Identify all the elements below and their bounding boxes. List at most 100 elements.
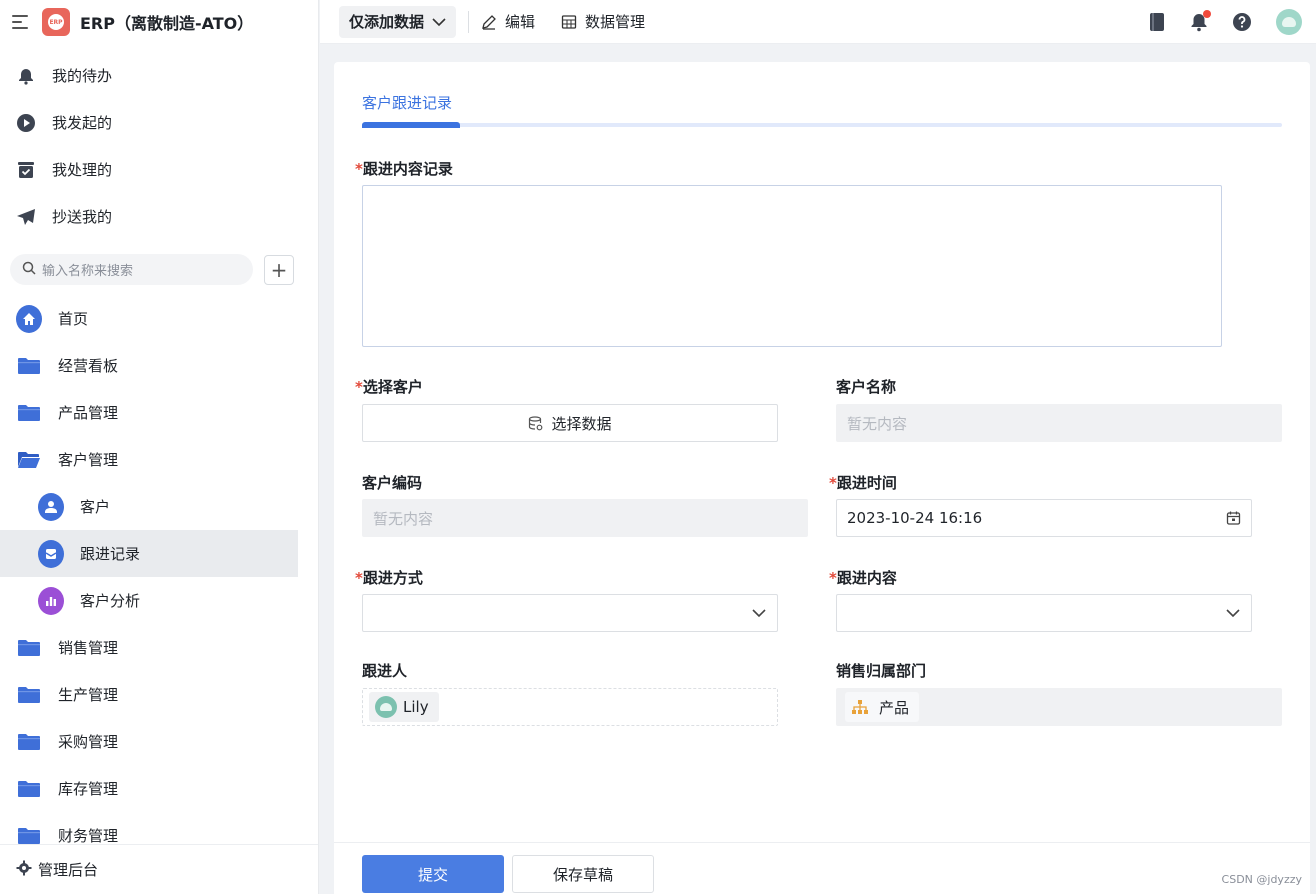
followup-content-select[interactable] (836, 594, 1252, 632)
user-avatar-icon (375, 696, 397, 718)
watermark: CSDN @jdyzzy (1221, 873, 1302, 886)
nav-item-production[interactable]: 生产管理 (0, 671, 318, 718)
quick-item-label: 抄送我的 (52, 208, 113, 226)
nav-item-label: 产品管理 (58, 404, 119, 422)
department-chip: 产品 (845, 692, 920, 722)
nav-item-dashboard[interactable]: 经营看板 (0, 342, 318, 389)
quick-item-cc[interactable]: 抄送我的 (0, 193, 318, 240)
nav-item-customer-analysis[interactable]: 客户分析 (0, 577, 318, 624)
select-data-label: 选择数据 (551, 414, 612, 433)
notification-dot (1203, 9, 1211, 18)
required-mark: * (355, 378, 363, 396)
customer-name-value: 暂无内容 (847, 414, 908, 433)
nav-item-label: 客户分析 (80, 592, 141, 610)
quick-item-label: 我的待办 (52, 67, 113, 85)
pencil-icon (481, 14, 497, 30)
admin-link[interactable]: 管理后台 (0, 844, 318, 894)
followup-record-textarea[interactable] (362, 185, 1222, 347)
save-draft-button[interactable]: 保存草稿 (512, 855, 654, 893)
toolbar-divider (468, 10, 470, 33)
quick-item-label: 我发起的 (52, 114, 113, 132)
tab-indicator (362, 122, 460, 128)
add-button[interactable]: + (264, 254, 294, 285)
nav-item-label: 销售管理 (58, 639, 119, 657)
label-text: 选择客户 (362, 378, 423, 396)
select-customer-label: *选择客户 (355, 376, 423, 397)
home-icon (16, 304, 42, 333)
edit-button[interactable]: 编辑 (481, 11, 535, 32)
inbox-check-icon (16, 160, 36, 180)
quick-item-label: 我处理的 (52, 161, 113, 179)
nav-item-label: 生产管理 (58, 686, 119, 704)
app-logo: ERP (42, 8, 70, 36)
nav-item-customer-manage[interactable]: 客户管理 (0, 436, 318, 483)
user-chip: Lily (369, 692, 439, 722)
notification-bell-icon[interactable] (1190, 9, 1211, 32)
required-mark: * (829, 474, 837, 492)
form-footer: 提交 保存草稿 (334, 842, 1310, 894)
nav-item-label: 客户 (80, 498, 111, 516)
bar-chart-icon (38, 586, 64, 615)
sales-dept-label: 销售归属部门 (836, 662, 927, 680)
followup-method-select[interactable] (362, 594, 778, 632)
customer-code-field: 暂无内容 (362, 499, 808, 537)
nav-item-followup[interactable]: 跟进记录 (0, 530, 298, 577)
folder-icon (16, 400, 42, 426)
nav-item-label: 采购管理 (58, 733, 119, 751)
nav-item-product[interactable]: 产品管理 (0, 389, 318, 436)
followup-method-label: *跟进方式 (355, 567, 423, 588)
plus-icon: + (270, 257, 288, 282)
folder-open-icon (16, 447, 42, 473)
quick-item-todo[interactable]: 我的待办 (0, 52, 318, 99)
admin-link-label: 管理后台 (38, 861, 99, 879)
label-text: 跟进时间 (836, 474, 897, 492)
label-text: 跟进内容 (836, 569, 897, 587)
org-chart-icon (851, 699, 869, 715)
chevron-down-icon (432, 13, 446, 31)
quick-item-handled[interactable]: 我处理的 (0, 146, 318, 193)
paper-plane-icon (16, 207, 36, 227)
top-toolbar: 仅添加数据 编辑 数据管理 (320, 0, 1316, 44)
followup-person-field[interactable]: Lily (362, 688, 778, 726)
nav-item-label: 客户管理 (58, 451, 119, 469)
nav-item-label: 库存管理 (58, 780, 119, 798)
data-manage-button[interactable]: 数据管理 (561, 11, 645, 32)
followup-content-label: *跟进内容 (829, 567, 897, 588)
nav-item-label: 跟进记录 (80, 545, 141, 563)
submit-button[interactable]: 提交 (362, 855, 504, 893)
user-avatar[interactable] (1276, 8, 1302, 35)
view-select[interactable]: 仅添加数据 (339, 5, 457, 38)
nav-tree: 首页 经营看板 产品管理 客户管理 客户 跟进记录 客户分析 销售管理 生产管理… (0, 285, 318, 859)
form-card: 客户跟进记录 *跟进内容记录 *选择客户 选择数据 客户名称 暂无内容 客户编码… (334, 62, 1310, 894)
bell-icon (16, 66, 36, 86)
customer-code-label: 客户编码 (362, 474, 423, 492)
nav-item-label: 经营看板 (58, 357, 119, 375)
folder-icon (16, 776, 42, 802)
folder-icon (16, 353, 42, 379)
required-mark: * (829, 569, 837, 587)
database-icon (528, 415, 543, 431)
nav-item-home[interactable]: 首页 (0, 295, 318, 342)
nav-item-sales[interactable]: 销售管理 (0, 624, 318, 671)
followup-icon (38, 539, 64, 568)
tab-followup-record[interactable]: 客户跟进记录 (362, 92, 452, 113)
notebook-icon[interactable] (1148, 12, 1166, 32)
sidebar: ERP ERP（离散制造-ATO） 我的待办 我发起的 我处理的 抄送我的 输入… (0, 0, 319, 894)
search-row: 输入名称来搜索 + (0, 240, 318, 285)
customer-name-field: 暂无内容 (836, 404, 1282, 442)
nav-item-label: 财务管理 (58, 827, 119, 845)
menu-icon[interactable] (12, 15, 30, 29)
sales-dept-field: 产品 (836, 688, 1282, 726)
nav-item-customer[interactable]: 客户 (0, 483, 318, 530)
select-data-button[interactable]: 选择数据 (362, 404, 778, 442)
nav-item-inventory[interactable]: 库存管理 (0, 765, 318, 812)
followup-time-picker[interactable]: 2023-10-24 16:16 (836, 499, 1252, 537)
quick-item-initiated[interactable]: 我发起的 (0, 99, 318, 146)
table-icon (561, 14, 577, 30)
search-icon (22, 261, 36, 279)
chevron-down-icon (751, 608, 767, 618)
search-input[interactable]: 输入名称来搜索 (10, 254, 253, 285)
nav-item-purchase[interactable]: 采购管理 (0, 718, 318, 765)
tab-indicator-track (362, 122, 1282, 128)
help-icon[interactable] (1232, 12, 1252, 32)
